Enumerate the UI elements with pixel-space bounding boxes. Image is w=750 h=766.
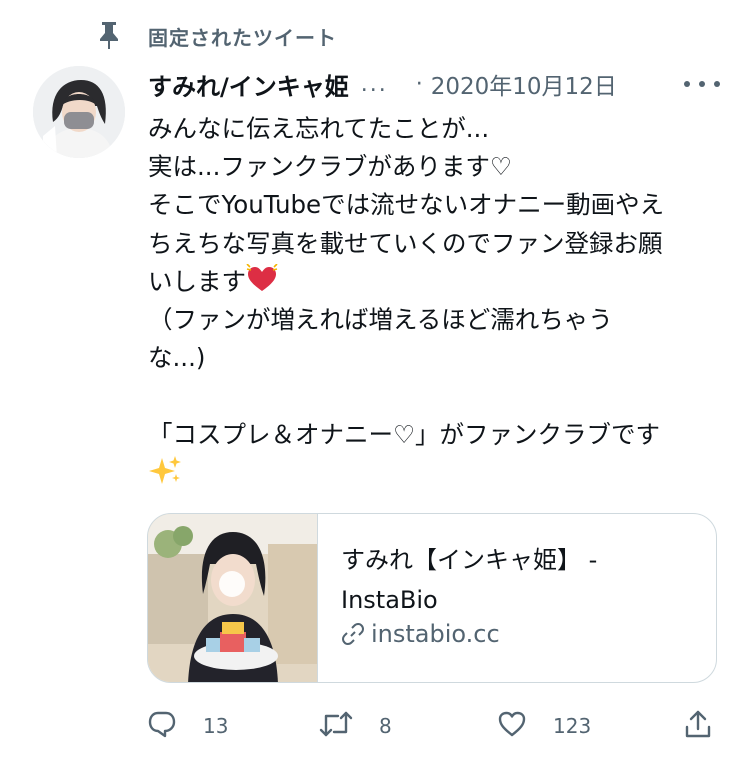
beating-heart-emoji-icon	[246, 263, 278, 305]
pinned-tweet-label: 固定されたツイート	[148, 26, 337, 50]
tweet-text: みんなに伝え忘れてたことが... 実は...ファンクラブがあります♡ そこでYo…	[148, 110, 718, 492]
tweet-line: みんなに伝え忘れてたことが...	[148, 114, 490, 143]
tweet-date[interactable]: 2020年10月12日	[431, 67, 617, 101]
tweet-actions: 13 8 123	[147, 706, 717, 746]
card-title-line: すみれ【インキャ姫】 -	[341, 546, 598, 574]
share-icon	[683, 709, 713, 743]
card-title-line: InstaBio	[341, 586, 438, 614]
tweet-line: いします	[148, 266, 246, 296]
header-separator: ·	[415, 71, 423, 97]
name-truncation: ...	[360, 71, 388, 97]
pin-icon	[96, 20, 122, 50]
card-thumbnail-image	[148, 514, 318, 682]
card-domain: instabio.cc	[341, 620, 500, 648]
tweet-line: ちえちな写真を載せていくのでファン登録お願	[148, 228, 663, 258]
reply-icon	[147, 709, 177, 743]
link-preview-card[interactable]: すみれ【インキャ姫】 - InstaBio instabio.cc	[147, 513, 717, 683]
share-button[interactable]	[683, 706, 713, 746]
tweet-line: 「コスプレ＆オナニー♡」がファンクラブです	[148, 419, 660, 449]
tweet-line: （ファンが増えれば増えるほど濡れちゃう	[148, 304, 613, 334]
retweet-icon	[319, 709, 353, 743]
like-count: 123	[553, 714, 592, 738]
like-button[interactable]: 123	[497, 706, 591, 746]
tweet-line: 実は...ファンクラブがあります♡	[148, 152, 512, 182]
pinned-indicator	[96, 18, 122, 52]
link-icon	[341, 622, 365, 646]
sparkles-emoji-icon	[148, 454, 182, 497]
tweet-line-with-emoji: いします	[148, 263, 718, 301]
tweet-header: すみれ/インキャ姫 ... · 2020年10月12日	[148, 66, 726, 102]
reply-count: 13	[203, 714, 229, 738]
heart-icon	[497, 709, 527, 743]
tweet-line: そこでYouTubeでは流せないオナニー動画やえ	[148, 190, 665, 220]
tweet-line-emoji	[148, 454, 718, 492]
more-options-icon[interactable]	[684, 74, 720, 94]
card-domain-text: instabio.cc	[371, 620, 500, 648]
tweet-line: な...)	[148, 343, 206, 373]
avatar[interactable]	[33, 66, 125, 158]
retweet-button[interactable]: 8	[319, 706, 392, 746]
card-title: すみれ【インキャ姫】 - InstaBio	[341, 540, 701, 620]
retweet-count: 8	[379, 714, 392, 738]
reply-button[interactable]: 13	[147, 706, 228, 746]
author-display-name[interactable]: すみれ/インキャ姫	[148, 67, 349, 102]
